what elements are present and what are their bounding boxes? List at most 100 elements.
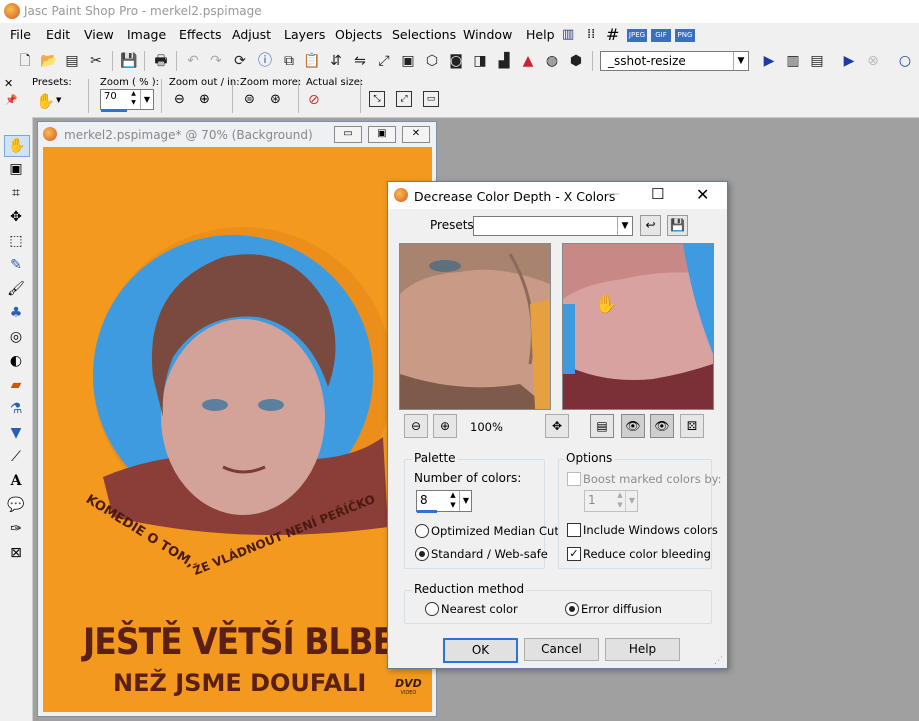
mask-icon[interactable]: ◙ bbox=[447, 52, 465, 70]
chevron-down-icon[interactable]: ▼ bbox=[140, 90, 153, 109]
cut-icon[interactable]: ✂ bbox=[87, 52, 105, 70]
dodge-tool-icon[interactable]: ◎ bbox=[4, 327, 28, 347]
paint-brush-icon[interactable]: 🖌 bbox=[4, 279, 28, 299]
text-tool-icon[interactable]: A bbox=[4, 471, 28, 491]
crop-tool-icon[interactable]: ⌗ bbox=[4, 183, 28, 203]
document-window[interactable]: merkel2.pspimage* @ 70% (Background) ▭ ▣… bbox=[37, 121, 437, 717]
repeat-icon[interactable]: ⟳ bbox=[231, 52, 249, 70]
presets-select[interactable]: ▼ bbox=[473, 216, 633, 236]
browse-icon[interactable]: ▤ bbox=[63, 52, 81, 70]
boost-checkbox[interactable] bbox=[567, 472, 581, 486]
zoom-spin-down-icon[interactable]: ▼ bbox=[128, 99, 139, 108]
menu-layers[interactable]: Layers bbox=[284, 27, 325, 42]
randomize-icon[interactable]: ⚄ bbox=[680, 414, 704, 438]
edit-script-icon[interactable]: ▥ bbox=[784, 52, 802, 70]
selection-tool-icon[interactable]: ▣ bbox=[4, 159, 28, 179]
fit-image-icon[interactable]: ⤢ bbox=[396, 91, 412, 107]
menu-help[interactable]: Help bbox=[526, 27, 555, 42]
menu-objects[interactable]: Objects bbox=[335, 27, 382, 42]
zoom-slider-bar[interactable] bbox=[101, 109, 127, 112]
number-of-colors-input[interactable]: 8 ▲ ▼ ▼ bbox=[416, 490, 472, 512]
pan-hand-icon[interactable]: ✋ bbox=[36, 92, 55, 110]
menu-window[interactable]: Window bbox=[463, 27, 512, 42]
record-script-icon[interactable]: ▶ bbox=[840, 52, 858, 70]
flip-icon[interactable]: ⇵ bbox=[327, 52, 345, 70]
fit-window-icon[interactable]: ⤡ bbox=[369, 91, 385, 107]
script-list-icon[interactable]: ▤ bbox=[808, 52, 826, 70]
maximize-button[interactable]: ▣ bbox=[368, 126, 396, 143]
clone-brush-icon[interactable]: ♣ bbox=[4, 303, 28, 323]
warp-tool-icon[interactable]: ⊠ bbox=[4, 543, 28, 563]
print-icon[interactable]: 🖶 bbox=[152, 52, 170, 70]
undo-icon[interactable]: ↶ bbox=[184, 52, 202, 70]
minimize-button[interactable]: ▭ bbox=[334, 126, 362, 143]
script-select[interactable]: _sshot-resize ▼ bbox=[600, 51, 749, 71]
script-icon[interactable]: ▥ bbox=[562, 27, 574, 42]
reduce-bleeding-label[interactable]: Reduce color bleeding bbox=[583, 547, 711, 561]
open-file-icon[interactable]: 📂 bbox=[40, 52, 58, 70]
eraser-tool-icon[interactable]: ▰ bbox=[4, 375, 28, 395]
retouch-tool-icon[interactable]: ✑ bbox=[4, 519, 28, 539]
minimize-icon[interactable]: — bbox=[606, 186, 620, 202]
colors-slider-bar[interactable] bbox=[417, 510, 437, 513]
png-icon[interactable]: PNG bbox=[675, 29, 695, 42]
cube-icon[interactable]: ⬡ bbox=[423, 52, 441, 70]
pen-tool-icon[interactable]: ⟋ bbox=[4, 447, 28, 467]
reset-preset-icon[interactable]: ↩ bbox=[640, 215, 661, 236]
menu-file[interactable]: File bbox=[10, 27, 31, 42]
picture-tube-icon[interactable]: ⚗ bbox=[4, 399, 28, 419]
color-icon[interactable]: ▲ bbox=[519, 52, 537, 70]
preview-move-icon[interactable]: ✥ bbox=[545, 414, 569, 438]
save-preset-icon[interactable]: 💾 bbox=[667, 215, 688, 236]
menu-effects[interactable]: Effects bbox=[179, 27, 222, 42]
paste-icon[interactable]: 📋 bbox=[303, 52, 321, 70]
zoom-out-icon[interactable]: ⊖ bbox=[174, 92, 185, 107]
include-windows-label[interactable]: Include Windows colors bbox=[583, 523, 718, 537]
preview-zoom-in-icon[interactable]: ⊕ bbox=[433, 414, 457, 438]
help-button[interactable]: Help bbox=[605, 638, 680, 661]
zoom-spin-up-icon[interactable]: ▲ bbox=[128, 90, 139, 99]
ok-button[interactable]: OK bbox=[443, 638, 518, 663]
original-preview[interactable] bbox=[399, 243, 551, 410]
resize-grip-icon[interactable]: ⋰ bbox=[714, 656, 723, 666]
resize-icon[interactable]: ⤢ bbox=[375, 52, 393, 70]
lighten-tool-icon[interactable]: ◐ bbox=[4, 351, 28, 371]
zoom-more-in-icon[interactable]: ⊛ bbox=[270, 92, 281, 107]
spin-up-icon[interactable]: ▲ bbox=[448, 491, 458, 501]
cancel-button[interactable]: Cancel bbox=[524, 638, 599, 661]
close-button[interactable]: ✕ bbox=[402, 126, 430, 143]
grid-icon[interactable]: # bbox=[606, 25, 619, 44]
image-canvas[interactable]: KOMEDIE O TOM, ŽE VLÁDNOUT NENÍ PEŘÍČKO … bbox=[43, 147, 432, 712]
move-tool-icon[interactable]: ✥ bbox=[4, 207, 28, 227]
boost-label[interactable]: Boost marked colors by: bbox=[583, 472, 721, 486]
spin-down-icon[interactable]: ▼ bbox=[448, 501, 458, 511]
redo-icon[interactable]: ↷ bbox=[207, 52, 225, 70]
menu-selections[interactable]: Selections bbox=[392, 27, 456, 42]
stop-icon[interactable]: ○ bbox=[896, 52, 914, 70]
new-file-icon[interactable]: 🗋 bbox=[16, 52, 34, 70]
optimized-median-radio[interactable] bbox=[415, 524, 429, 538]
close-icon[interactable]: ✕ bbox=[696, 185, 709, 204]
pin-icon[interactable]: 📌 bbox=[5, 95, 17, 106]
zoom-more-out-icon[interactable]: ⊜ bbox=[244, 92, 255, 107]
run-script-icon[interactable]: ▶ bbox=[760, 52, 778, 70]
decrease-color-depth-dialog[interactable]: Decrease Color Depth - X Colors — ☐ ✕ Pr… bbox=[387, 181, 728, 669]
optimized-median-label[interactable]: Optimized Median Cut bbox=[431, 524, 559, 538]
include-windows-checkbox[interactable] bbox=[567, 523, 581, 537]
nearest-color-label[interactable]: Nearest color bbox=[441, 602, 518, 616]
dropper-tool-icon[interactable]: ✎ bbox=[4, 255, 28, 275]
spin-down-icon[interactable]: ▼ bbox=[615, 501, 625, 511]
standard-websafe-label[interactable]: Standard / Web-safe bbox=[431, 547, 548, 561]
fill-tool-icon[interactable]: ▼ bbox=[4, 423, 28, 443]
spin-up-icon[interactable]: ▲ bbox=[615, 491, 625, 501]
mirror-icon[interactable]: ⇋ bbox=[351, 52, 369, 70]
cancel-script-icon[interactable]: ⊗ bbox=[864, 52, 882, 70]
boost-input[interactable]: 1 ▲ ▼ ▼ bbox=[584, 490, 638, 512]
preview-zoom-out-icon[interactable]: ⊖ bbox=[404, 414, 428, 438]
histogram-icon[interactable]: ▟ bbox=[495, 52, 513, 70]
chevron-down-icon[interactable]: ▼ bbox=[56, 96, 61, 104]
globe-icon[interactable]: ◍ bbox=[543, 52, 561, 70]
error-diffusion-radio[interactable] bbox=[565, 602, 579, 616]
error-diffusion-label[interactable]: Error diffusion bbox=[581, 602, 662, 616]
marquee-tool-icon[interactable]: ⬚ bbox=[4, 231, 28, 251]
